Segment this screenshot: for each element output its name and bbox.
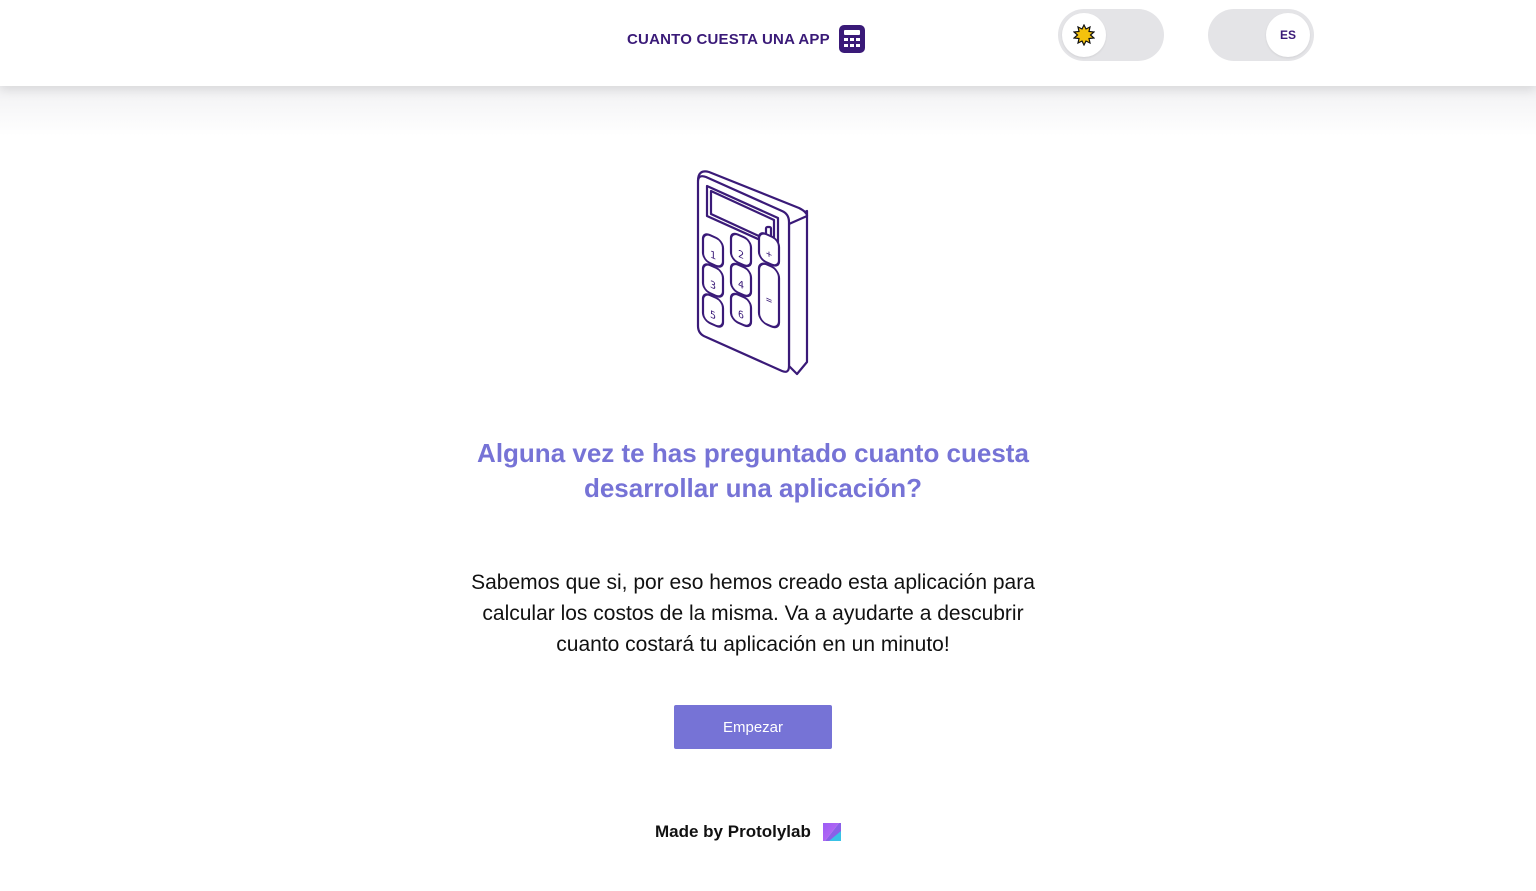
sun-icon (1073, 24, 1095, 46)
theme-toggle[interactable] (1058, 9, 1164, 61)
language-toggle[interactable]: ES (1208, 9, 1314, 61)
start-button[interactable]: Empezar (674, 705, 832, 749)
footer-text: Made by Protolylab (655, 822, 811, 841)
calculator-icon (838, 25, 865, 53)
language-toggle-knob: ES (1266, 13, 1310, 57)
theme-toggle-knob (1062, 13, 1106, 57)
page-headline: Alguna vez te has preguntado cuanto cues… (477, 438, 1029, 503)
brand-title: CUANTO CUESTA UNA APP (627, 30, 830, 48)
brand-logo-link[interactable]: CUANTO CUESTA UNA APP (627, 24, 866, 54)
footer-credit[interactable]: Made by Protolylab (655, 820, 844, 844)
protolylab-logo (822, 823, 841, 841)
header-shadow-fade (0, 86, 1536, 136)
intro-description: Sabemos que si, por eso hemos creado est… (471, 571, 1035, 656)
calculator-illustration: 1 2 + 3 4 5 6 = 0 (696, 170, 809, 376)
language-label: ES (1279, 28, 1296, 42)
top-header: CUANTO CUESTA UNA APP ES (0, 0, 1536, 86)
